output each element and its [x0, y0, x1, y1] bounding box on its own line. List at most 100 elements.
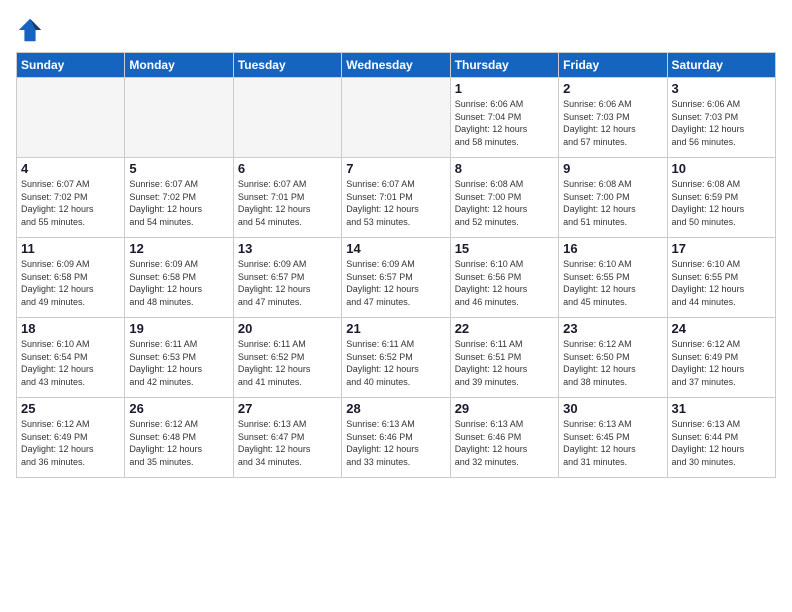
weekday-header-tuesday: Tuesday	[233, 53, 341, 78]
calendar-cell: 1 Sunrise: 6:06 AM Sunset: 7:04 PM Daylig…	[450, 78, 558, 158]
day-info: Sunrise: 6:09 AM Sunset: 6:58 PM Dayligh…	[21, 258, 120, 308]
week-row-5: 25 Sunrise: 6:12 AM Sunset: 6:49 PM Dayli…	[17, 398, 776, 478]
day-info: Sunrise: 6:13 AM Sunset: 6:44 PM Dayligh…	[672, 418, 771, 468]
day-info: Sunrise: 6:07 AM Sunset: 7:02 PM Dayligh…	[129, 178, 228, 228]
calendar-cell: 5Sunrise: 6:07 AM Sunset: 7:02 PM Daylig…	[125, 158, 233, 238]
calendar-cell: 18 Sunrise: 6:10 AM Sunset: 6:54 PM Dayli…	[17, 318, 125, 398]
day-info: Sunrise: 6:13 AM Sunset: 6:46 PM Dayligh…	[346, 418, 445, 468]
day-info: Sunrise: 6:08 AM Sunset: 7:00 PM Dayligh…	[563, 178, 662, 228]
day-info: Sunrise: 6:11 AM Sunset: 6:51 PM Dayligh…	[455, 338, 554, 388]
calendar-cell: 14 Sunrise: 6:09 AM Sunset: 6:57 PM Dayli…	[342, 238, 450, 318]
day-number: 16	[563, 241, 662, 256]
day-number: 24	[672, 321, 771, 336]
day-info: Sunrise: 6:06 AM Sunset: 7:03 PM Dayligh…	[672, 98, 771, 148]
calendar-cell: 27 Sunrise: 6:13 AM Sunset: 6:47 PM Dayli…	[233, 398, 341, 478]
weekday-header-saturday: Saturday	[667, 53, 775, 78]
day-number: 26	[129, 401, 228, 416]
calendar-cell: 13 Sunrise: 6:09 AM Sunset: 6:57 PM Dayli…	[233, 238, 341, 318]
weekday-header-monday: Monday	[125, 53, 233, 78]
day-number: 29	[455, 401, 554, 416]
day-number: 10	[672, 161, 771, 176]
calendar-cell: 17Sunrise: 6:10 AM Sunset: 6:55 PM Dayli…	[667, 238, 775, 318]
day-number: 30	[563, 401, 662, 416]
day-number: 7	[346, 161, 445, 176]
calendar-cell: 25 Sunrise: 6:12 AM Sunset: 6:49 PM Dayli…	[17, 398, 125, 478]
calendar-cell: 12 Sunrise: 6:09 AM Sunset: 6:58 PM Dayli…	[125, 238, 233, 318]
logo-icon	[16, 16, 44, 44]
day-info: Sunrise: 6:09 AM Sunset: 6:58 PM Dayligh…	[129, 258, 228, 308]
day-info: Sunrise: 6:13 AM Sunset: 6:45 PM Dayligh…	[563, 418, 662, 468]
calendar-table: SundayMondayTuesdayWednesdayThursdayFrid…	[16, 52, 776, 478]
day-number: 4	[21, 161, 120, 176]
day-number: 14	[346, 241, 445, 256]
calendar-cell: 10Sunrise: 6:08 AM Sunset: 6:59 PM Dayli…	[667, 158, 775, 238]
weekday-header-wednesday: Wednesday	[342, 53, 450, 78]
calendar-cell: 30 Sunrise: 6:13 AM Sunset: 6:45 PM Dayli…	[559, 398, 667, 478]
day-info: Sunrise: 6:11 AM Sunset: 6:52 PM Dayligh…	[238, 338, 337, 388]
day-info: Sunrise: 6:06 AM Sunset: 7:04 PM Dayligh…	[455, 98, 554, 148]
weekday-header-thursday: Thursday	[450, 53, 558, 78]
day-info: Sunrise: 6:10 AM Sunset: 6:54 PM Dayligh…	[21, 338, 120, 388]
weekday-header-sunday: Sunday	[17, 53, 125, 78]
calendar-cell: 21 Sunrise: 6:11 AM Sunset: 6:52 PM Dayli…	[342, 318, 450, 398]
day-number: 2	[563, 81, 662, 96]
day-number: 25	[21, 401, 120, 416]
day-info: Sunrise: 6:12 AM Sunset: 6:50 PM Dayligh…	[563, 338, 662, 388]
day-number: 22	[455, 321, 554, 336]
day-info: Sunrise: 6:10 AM Sunset: 6:56 PM Dayligh…	[455, 258, 554, 308]
day-number: 1	[455, 81, 554, 96]
day-number: 3	[672, 81, 771, 96]
calendar-cell: 9 Sunrise: 6:08 AM Sunset: 7:00 PM Daylig…	[559, 158, 667, 238]
day-info: Sunrise: 6:07 AM Sunset: 7:01 PM Dayligh…	[346, 178, 445, 228]
calendar-cell: 31 Sunrise: 6:13 AM Sunset: 6:44 PM Dayli…	[667, 398, 775, 478]
day-info: Sunrise: 6:07 AM Sunset: 7:02 PM Dayligh…	[21, 178, 120, 228]
day-number: 11	[21, 241, 120, 256]
calendar-cell: 29 Sunrise: 6:13 AM Sunset: 6:46 PM Dayli…	[450, 398, 558, 478]
day-info: Sunrise: 6:12 AM Sunset: 6:49 PM Dayligh…	[21, 418, 120, 468]
calendar-cell: 24Sunrise: 6:12 AM Sunset: 6:49 PM Dayli…	[667, 318, 775, 398]
day-number: 27	[238, 401, 337, 416]
day-info: Sunrise: 6:08 AM Sunset: 7:00 PM Dayligh…	[455, 178, 554, 228]
day-number: 18	[21, 321, 120, 336]
day-number: 8	[455, 161, 554, 176]
day-info: Sunrise: 6:13 AM Sunset: 6:47 PM Dayligh…	[238, 418, 337, 468]
page-header	[16, 16, 776, 44]
week-row-4: 18 Sunrise: 6:10 AM Sunset: 6:54 PM Dayli…	[17, 318, 776, 398]
day-info: Sunrise: 6:10 AM Sunset: 6:55 PM Dayligh…	[563, 258, 662, 308]
week-row-2: 4 Sunrise: 6:07 AM Sunset: 7:02 PM Daylig…	[17, 158, 776, 238]
calendar-cell: 20Sunrise: 6:11 AM Sunset: 6:52 PM Dayli…	[233, 318, 341, 398]
day-number: 31	[672, 401, 771, 416]
calendar-cell	[342, 78, 450, 158]
day-info: Sunrise: 6:11 AM Sunset: 6:52 PM Dayligh…	[346, 338, 445, 388]
calendar-cell: 28 Sunrise: 6:13 AM Sunset: 6:46 PM Dayli…	[342, 398, 450, 478]
calendar-cell: 8 Sunrise: 6:08 AM Sunset: 7:00 PM Daylig…	[450, 158, 558, 238]
day-number: 12	[129, 241, 228, 256]
day-number: 19	[129, 321, 228, 336]
day-number: 17	[672, 241, 771, 256]
day-info: Sunrise: 6:13 AM Sunset: 6:46 PM Dayligh…	[455, 418, 554, 468]
day-info: Sunrise: 6:09 AM Sunset: 6:57 PM Dayligh…	[346, 258, 445, 308]
calendar-cell: 7 Sunrise: 6:07 AM Sunset: 7:01 PM Daylig…	[342, 158, 450, 238]
calendar-cell: 16 Sunrise: 6:10 AM Sunset: 6:55 PM Dayli…	[559, 238, 667, 318]
calendar-cell: 15Sunrise: 6:10 AM Sunset: 6:56 PM Dayli…	[450, 238, 558, 318]
day-number: 6	[238, 161, 337, 176]
weekday-header-friday: Friday	[559, 53, 667, 78]
calendar-cell: 19 Sunrise: 6:11 AM Sunset: 6:53 PM Dayli…	[125, 318, 233, 398]
calendar-body: 1 Sunrise: 6:06 AM Sunset: 7:04 PM Daylig…	[17, 78, 776, 478]
calendar-cell: 23 Sunrise: 6:12 AM Sunset: 6:50 PM Dayli…	[559, 318, 667, 398]
weekday-row: SundayMondayTuesdayWednesdayThursdayFrid…	[17, 53, 776, 78]
day-info: Sunrise: 6:06 AM Sunset: 7:03 PM Dayligh…	[563, 98, 662, 148]
calendar-cell: 6 Sunrise: 6:07 AM Sunset: 7:01 PM Daylig…	[233, 158, 341, 238]
logo	[16, 16, 48, 44]
day-number: 28	[346, 401, 445, 416]
day-info: Sunrise: 6:11 AM Sunset: 6:53 PM Dayligh…	[129, 338, 228, 388]
week-row-3: 11 Sunrise: 6:09 AM Sunset: 6:58 PM Dayli…	[17, 238, 776, 318]
day-number: 23	[563, 321, 662, 336]
day-info: Sunrise: 6:07 AM Sunset: 7:01 PM Dayligh…	[238, 178, 337, 228]
day-number: 21	[346, 321, 445, 336]
calendar-cell: 2 Sunrise: 6:06 AM Sunset: 7:03 PM Daylig…	[559, 78, 667, 158]
day-number: 13	[238, 241, 337, 256]
day-info: Sunrise: 6:09 AM Sunset: 6:57 PM Dayligh…	[238, 258, 337, 308]
day-number: 9	[563, 161, 662, 176]
calendar-cell: 26Sunrise: 6:12 AM Sunset: 6:48 PM Dayli…	[125, 398, 233, 478]
